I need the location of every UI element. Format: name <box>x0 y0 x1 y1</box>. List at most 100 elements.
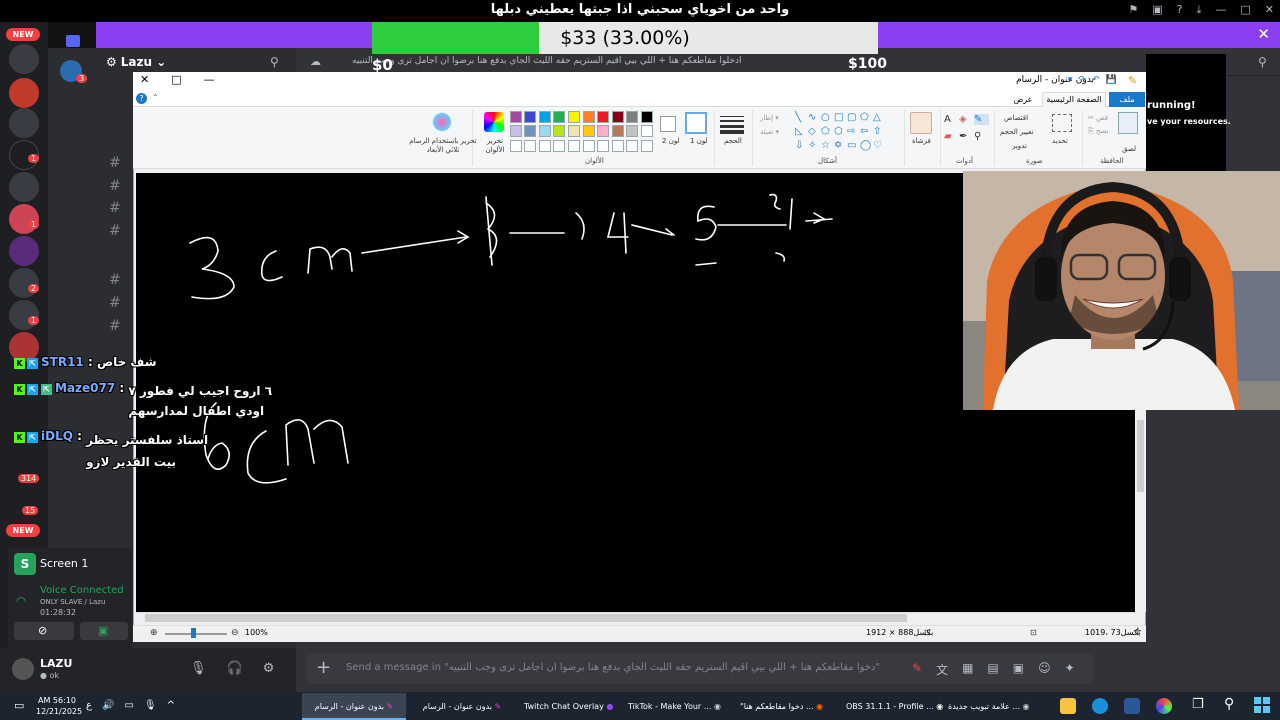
server-icon[interactable] <box>9 204 39 234</box>
size-icon[interactable] <box>720 114 744 134</box>
attach-plus-icon[interactable]: + <box>316 657 331 678</box>
stop-stream-button[interactable]: ▣ <box>80 622 128 640</box>
network-icon[interactable]: ▭ <box>124 700 133 711</box>
redo-icon[interactable]: ↷ <box>1079 75 1087 85</box>
zoom-slider[interactable] <box>165 633 227 635</box>
tab-file[interactable]: ملف <box>1109 92 1145 107</box>
zoom-out-icon[interactable]: ⊖ <box>231 628 239 638</box>
folder-icon[interactable] <box>66 35 80 47</box>
sticker-icon[interactable]: ▣ <box>1013 661 1024 678</box>
arrow-up-shape-icon[interactable]: ⇧ <box>873 126 886 138</box>
new-pill[interactable]: NEW <box>6 28 40 41</box>
edit-colors-icon[interactable] <box>484 112 504 132</box>
color-swatch[interactable] <box>641 111 653 123</box>
tab-view[interactable]: عرض <box>1008 92 1038 107</box>
text-icon[interactable]: A <box>944 114 959 125</box>
color-swatch[interactable] <box>553 140 566 152</box>
channel-hash-icon[interactable]: # <box>109 272 121 288</box>
zoom-in-icon[interactable]: ⊕ <box>150 628 158 638</box>
pencil-icon[interactable]: ✎ <box>974 114 989 125</box>
callout-rect-shape-icon[interactable]: ▭ <box>847 140 860 152</box>
language-icon[interactable]: ع <box>86 700 92 711</box>
stop-video-button[interactable]: ⊘ <box>14 622 74 640</box>
drawing-canvas-lower[interactable] <box>963 410 1135 612</box>
color-swatch[interactable] <box>626 125 639 137</box>
brushes-button[interactable]: فرشاة <box>912 137 931 145</box>
color-swatch[interactable] <box>538 111 551 123</box>
headphones-icon[interactable]: 🎧 <box>227 661 243 676</box>
download-icon[interactable]: ⤓ <box>1197 3 1202 17</box>
gif-icon[interactable]: ▤ <box>987 661 998 678</box>
resize-button[interactable]: تغيير الحجم <box>1000 128 1033 136</box>
color-swatch[interactable] <box>611 140 624 152</box>
channel-hash-icon[interactable]: # <box>109 318 121 334</box>
edit-colors-button[interactable]: تحرير الألوان <box>480 137 510 155</box>
user-name[interactable]: LAZU <box>40 657 72 670</box>
server-icon[interactable] <box>9 236 39 266</box>
color-swatch[interactable] <box>568 111 580 123</box>
color-swatch[interactable] <box>568 140 580 152</box>
brush-icon[interactable] <box>910 112 932 134</box>
color-swatch[interactable] <box>641 125 653 137</box>
help-icon[interactable]: ? <box>136 93 147 104</box>
color-swatch[interactable] <box>553 125 566 137</box>
arrow-right-shape-icon[interactable]: ⇨ <box>847 126 860 138</box>
minimize-icon[interactable]: — <box>1215 3 1226 17</box>
color-swatch[interactable] <box>538 140 551 152</box>
search-icon[interactable]: ⚲ <box>1224 696 1234 712</box>
gear-icon[interactable]: ⚙ <box>263 661 275 676</box>
channel-hash-icon[interactable]: # <box>109 200 121 216</box>
triangle-shape-icon[interactable]: △ <box>873 112 886 124</box>
apps-icon[interactable]: ✦ <box>1065 661 1075 678</box>
color-swatch[interactable] <box>509 111 522 123</box>
diamond-shape-icon[interactable]: ◇ <box>808 126 821 138</box>
fill-icon[interactable]: ◈ <box>959 114 974 125</box>
emoji-icon[interactable]: ☺ <box>1038 661 1051 678</box>
color-swatch[interactable] <box>582 140 595 152</box>
color-swatch[interactable] <box>626 140 639 152</box>
select-icon[interactable] <box>1052 114 1072 132</box>
color1-swatch[interactable] <box>685 112 707 134</box>
flag-icon[interactable]: ⚑ <box>1128 3 1138 17</box>
screen-share-icon[interactable]: S <box>14 553 36 575</box>
taskbar-app[interactable]: OBS 31.1.1 - Profile ... ◉ <box>846 693 943 720</box>
server-icon[interactable] <box>9 44 39 74</box>
color-swatch[interactable] <box>582 111 595 123</box>
maximize-icon[interactable]: □ <box>1240 3 1250 17</box>
vertical-scroll-thumb[interactable] <box>1137 420 1144 492</box>
color-swatch[interactable] <box>524 140 537 152</box>
horizontal-scroll-thumb[interactable] <box>145 614 907 622</box>
microphone-icon[interactable]: 🎙 <box>190 661 207 676</box>
crop-button[interactable]: اقتصاص <box>1004 114 1028 122</box>
line-shape-icon[interactable]: ╲ <box>795 112 808 124</box>
start-icon[interactable] <box>1254 697 1270 713</box>
server-icon[interactable] <box>9 108 39 138</box>
color-swatch[interactable] <box>641 140 653 152</box>
paste-button[interactable]: لصق <box>1122 145 1136 153</box>
channel-hash-icon[interactable]: # <box>109 178 121 194</box>
hexagon-shape-icon[interactable]: ⬡ <box>834 126 847 138</box>
color-swatch[interactable] <box>611 125 624 137</box>
close-icon[interactable]: ✕ <box>1257 25 1270 43</box>
color-picker-icon[interactable]: ✒ <box>959 131 974 142</box>
size-button[interactable]: الحجم <box>724 137 742 145</box>
chevron-up-icon[interactable]: ^ <box>167 700 175 711</box>
roundrect-shape-icon[interactable]: ▢ <box>847 112 860 124</box>
dropdown-icon[interactable]: ▾ <box>1068 75 1073 85</box>
translate-icon[interactable]: 文 <box>936 661 948 678</box>
color-swatch[interactable] <box>611 111 624 123</box>
signal-icon[interactable]: ◠ <box>16 594 26 608</box>
curve-shape-icon[interactable]: ∿ <box>808 112 821 124</box>
color2-swatch[interactable] <box>660 116 676 132</box>
color-swatch[interactable] <box>538 125 551 137</box>
callout-oval-shape-icon[interactable]: ◯ <box>860 140 873 152</box>
paint3d-button[interactable]: تحرير باستخدام الرسام ثلاثي الأبعاد <box>408 137 478 155</box>
channel-hash-icon[interactable]: # <box>109 223 121 239</box>
server-name[interactable]: ⚙ Lazu ⌄ <box>106 55 166 69</box>
paste-icon[interactable] <box>1118 112 1138 134</box>
heart-shape-icon[interactable]: ♡ <box>873 140 886 152</box>
nitro-icon[interactable]: ✎ <box>912 661 922 678</box>
color-swatch[interactable] <box>597 111 610 123</box>
fill-button[interactable]: تعبئة ▾ <box>760 128 779 136</box>
color-swatch[interactable] <box>524 125 537 137</box>
